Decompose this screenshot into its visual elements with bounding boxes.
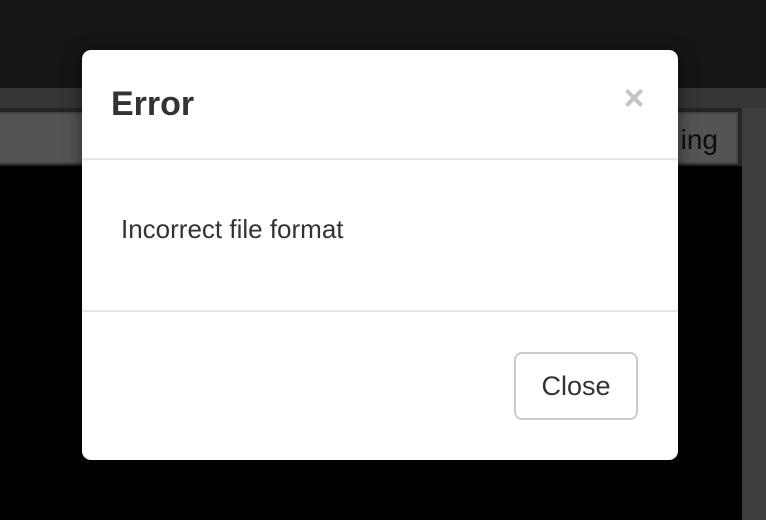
close-icon[interactable]: × xyxy=(620,80,648,116)
error-dialog: Error × Incorrect file format Close xyxy=(82,50,678,460)
dialog-footer: Close xyxy=(82,312,678,460)
screen: ing Error × Incorrect file format Close xyxy=(0,0,766,520)
dialog-header: Error × xyxy=(82,50,678,160)
error-message: Incorrect file format xyxy=(121,214,344,244)
dialog-title: Error xyxy=(111,85,195,123)
dialog-body: Incorrect file format xyxy=(82,160,678,312)
close-button[interactable]: Close xyxy=(514,352,638,420)
